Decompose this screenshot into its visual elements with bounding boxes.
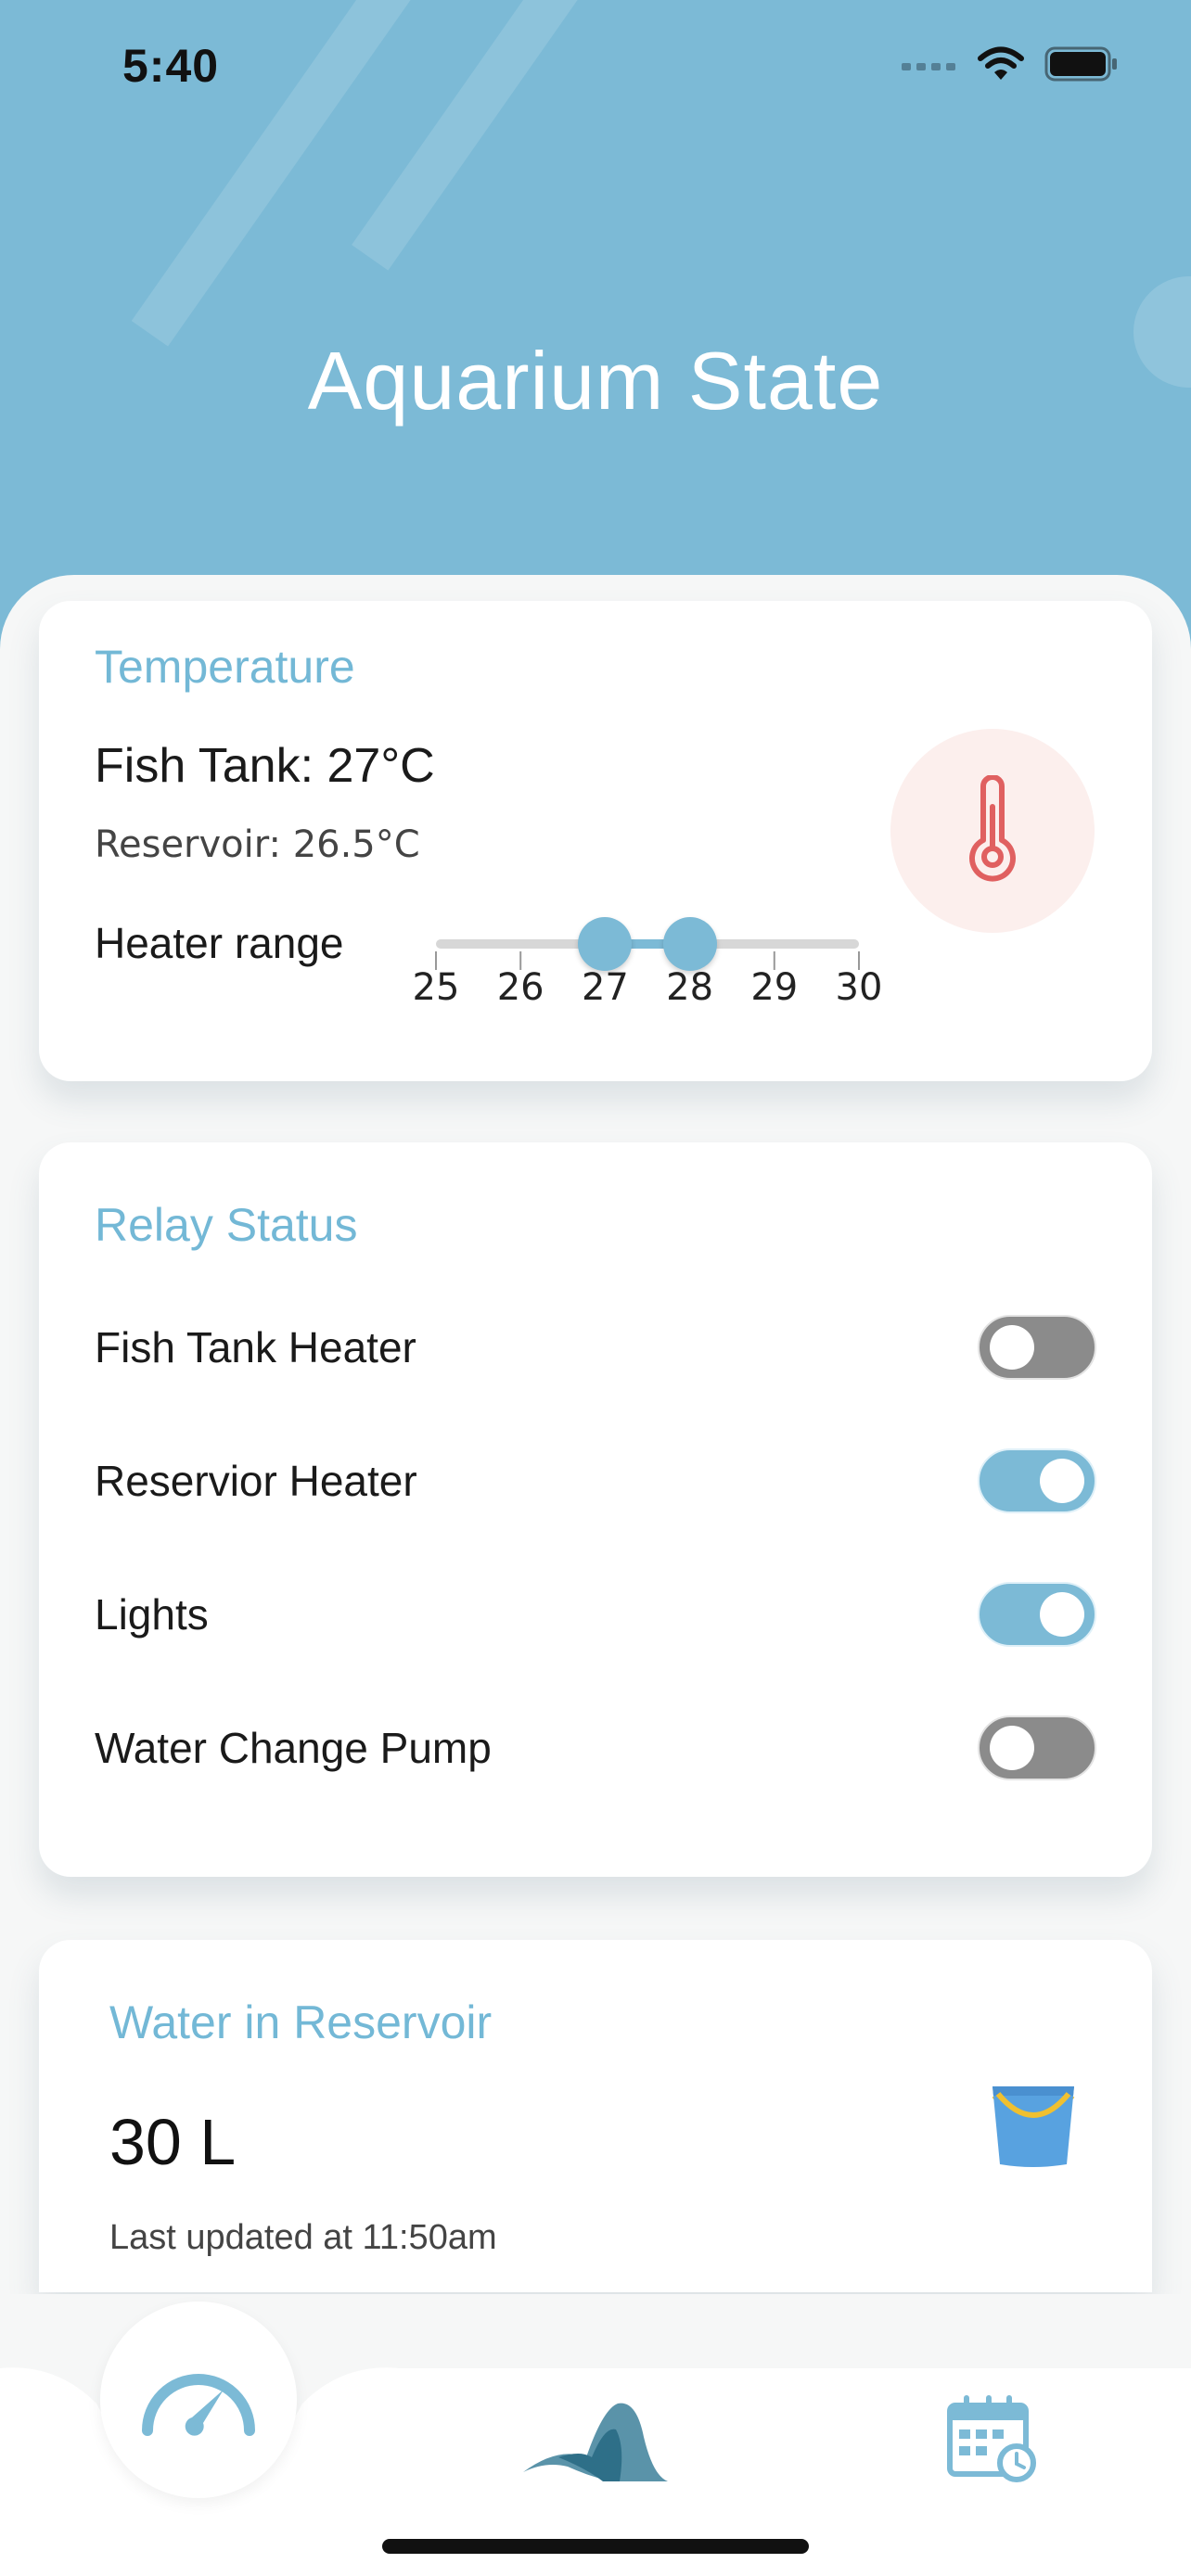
status-bar: 5:40 — [0, 0, 1191, 130]
calendar-clock-icon — [947, 2395, 1036, 2482]
cellular-signal-icon — [902, 63, 955, 70]
slider-tick-label: 28 — [666, 966, 714, 1009]
slider-tick-label: 26 — [496, 966, 544, 1009]
tab-bar — [0, 2294, 1191, 2576]
water-change-pump-toggle[interactable] — [978, 1715, 1096, 1780]
water-volume: 30 L — [109, 2106, 237, 2178]
relay-label: Fish Tank Heater — [95, 1323, 416, 1371]
thermometer-badge — [890, 729, 1095, 933]
status-icons — [902, 46, 1119, 82]
relay-row-fish-tank-heater: Fish Tank Heater — [95, 1315, 1096, 1389]
page-title: Aquarium State — [307, 335, 884, 427]
temperature-card: Temperature Fish Tank: 27°C Reservoir: 2… — [39, 601, 1152, 1081]
wave-icon — [523, 2403, 668, 2481]
relay-label: Lights — [95, 1590, 209, 1639]
fish-tank-heater-toggle[interactable] — [978, 1315, 1096, 1380]
lights-toggle[interactable] — [978, 1582, 1096, 1647]
slider-tick-label: 30 — [835, 966, 883, 1009]
slider-tick-label: 29 — [750, 966, 799, 1009]
toggle-knob — [1040, 1459, 1084, 1503]
fish-tank-temperature: Fish Tank: 27°C — [95, 739, 435, 793]
reservoir-temperature: Reservoir: 26.5°C — [95, 823, 420, 866]
toggle-knob — [990, 1726, 1034, 1770]
relay-status-title: Relay Status — [95, 1199, 358, 1251]
heater-range-slider[interactable]: 25 26 27 28 29 30 — [399, 916, 890, 1037]
status-time: 5:40 — [122, 40, 220, 92]
tab-schedule[interactable] — [946, 2394, 1039, 2483]
thermometer-icon — [969, 775, 1016, 882]
relay-label: Reservior Heater — [95, 1457, 417, 1505]
slider-tick-label: 27 — [581, 966, 629, 1009]
heater-range-low-handle[interactable] — [578, 917, 633, 971]
toggle-knob — [990, 1325, 1034, 1370]
slider-tick-label: 25 — [412, 966, 460, 1009]
relay-row-lights: Lights — [95, 1582, 1096, 1656]
speedometer-icon — [142, 2374, 255, 2436]
heater-range-high-handle[interactable] — [662, 917, 717, 971]
relay-row-water-change-pump: Water Change Pump — [95, 1715, 1096, 1790]
home-indicator — [382, 2539, 809, 2554]
last-updated: Last updated at 11:50am — [109, 2218, 497, 2257]
bucket-icon — [992, 2086, 1075, 2167]
water-reservoir-card: Water in Reservoir 30 L Last updated at … — [39, 1940, 1152, 2292]
relay-label: Water Change Pump — [95, 1724, 492, 1772]
water-reservoir-title: Water in Reservoir — [109, 1996, 493, 2048]
tab-aquarium[interactable] — [521, 2391, 673, 2493]
header: 5:40 Aquarium State — [0, 0, 1191, 668]
relay-status-card: Relay Status Fish Tank Heater Reservior … — [39, 1142, 1152, 1877]
wifi-icon — [978, 46, 1024, 80]
temperature-title: Temperature — [95, 641, 355, 693]
reservior-heater-toggle[interactable] — [978, 1448, 1096, 1513]
relay-row-reservior-heater: Reservior Heater — [95, 1448, 1096, 1523]
tab-dashboard[interactable] — [100, 2302, 297, 2498]
heater-range-label: Heater range — [95, 919, 344, 967]
toggle-knob — [1040, 1592, 1084, 1637]
battery-icon — [1044, 46, 1117, 82]
